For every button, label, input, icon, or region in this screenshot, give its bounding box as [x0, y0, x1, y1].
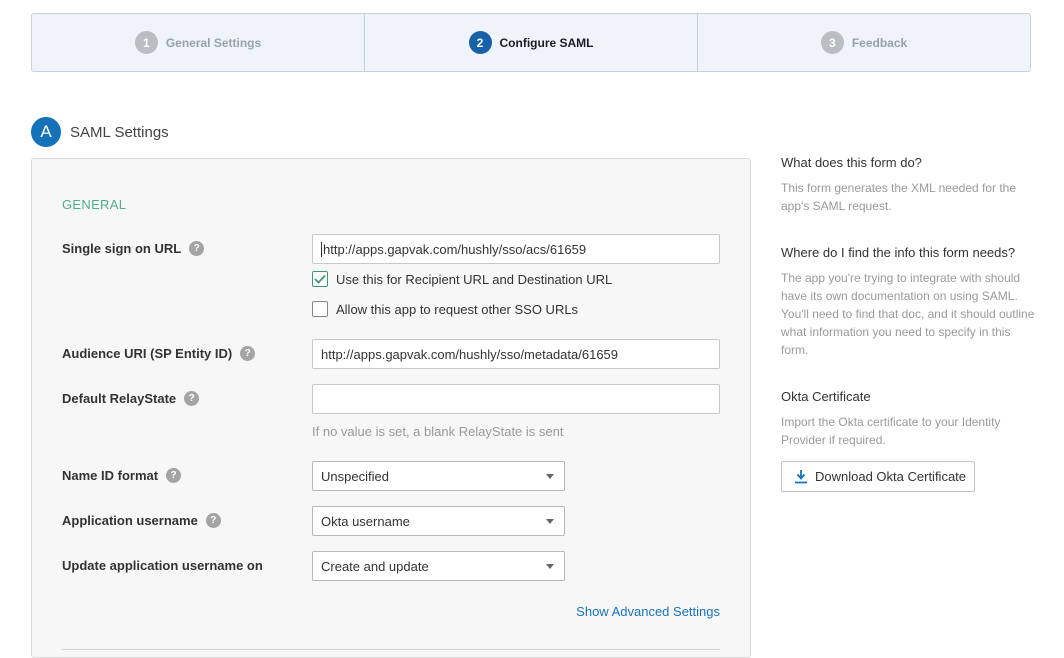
help-icon[interactable]: ? — [240, 346, 256, 361]
other-sso-option[interactable]: Allow this app to request other SSO URLs — [312, 301, 578, 317]
section-badge: A — [31, 117, 61, 147]
update-username-label: Update application username on — [62, 558, 263, 573]
saml-settings-panel: GENERAL Single sign on URL ? http://apps… — [31, 158, 751, 658]
help-title: What does this form do? — [781, 155, 922, 170]
step-label: Configure SAML — [499, 35, 594, 50]
step-general-settings[interactable]: 1 General Settings — [32, 14, 365, 71]
name-id-format-select[interactable]: Unspecified — [312, 461, 565, 491]
audience-uri-input[interactable]: http://apps.gapvak.com/hushly/sso/metada… — [312, 339, 720, 369]
step-label: Feedback — [851, 35, 908, 50]
update-username-value: Create and update — [321, 558, 429, 574]
certificate-title: Okta Certificate — [781, 389, 871, 404]
name-id-format-label: Name ID format ? — [62, 468, 182, 483]
update-username-select[interactable]: Create and update — [312, 551, 565, 581]
step-label: General Settings — [165, 35, 262, 50]
name-id-format-label-text: Name ID format — [62, 468, 159, 483]
help-icon[interactable]: ? — [205, 513, 221, 528]
recipient-url-label: Use this for Recipient URL and Destinati… — [336, 271, 613, 287]
sso-url-value: http://apps.gapvak.com/hushly/sso/acs/61… — [323, 241, 587, 257]
app-username-value: Okta username — [321, 513, 410, 529]
wizard-steps: 1 General Settings 2 Configure SAML 3 Fe… — [31, 13, 1031, 72]
step-configure-saml[interactable]: 2 Configure SAML — [365, 14, 698, 71]
help-body: The app you're trying to integrate with … — [781, 271, 1035, 357]
chevron-down-icon — [546, 473, 554, 479]
audience-uri-value: http://apps.gapvak.com/hushly/sso/metada… — [321, 346, 619, 362]
recipient-url-option[interactable]: Use this for Recipient URL and Destinati… — [312, 271, 612, 287]
help-icon[interactable]: ? — [166, 468, 182, 483]
relay-state-input[interactable] — [312, 384, 720, 414]
app-username-select[interactable]: Okta username — [312, 506, 565, 536]
audience-uri-label-text: Audience URI (SP Entity ID) — [62, 346, 233, 361]
step-number: 2 — [468, 31, 492, 54]
section-title: SAML Settings — [70, 124, 169, 141]
show-advanced-settings-link[interactable]: Show Advanced Settings — [576, 604, 720, 619]
certificate-body: Import the Okta certificate to your Iden… — [781, 415, 1001, 447]
relay-state-hint: If no value is set, a blank RelayState i… — [312, 424, 564, 439]
step-number: 1 — [134, 31, 158, 54]
download-button-label: Download Okta Certificate — [815, 469, 967, 484]
help-icon[interactable]: ? — [189, 241, 205, 256]
step-number: 3 — [820, 31, 844, 54]
sso-url-label-text: Single sign on URL — [62, 241, 182, 256]
app-username-label: Application username ? — [62, 513, 221, 528]
help-title: Where do I find the info this form needs… — [781, 245, 1016, 260]
other-sso-label: Allow this app to request other SSO URLs — [336, 301, 579, 317]
other-sso-checkbox[interactable] — [312, 301, 328, 317]
step-feedback[interactable]: 3 Feedback — [698, 14, 1030, 71]
relay-state-label: Default RelayState ? — [62, 391, 200, 406]
chevron-down-icon — [546, 518, 554, 524]
group-title: GENERAL — [62, 197, 127, 212]
recipient-url-checkbox[interactable] — [312, 271, 328, 287]
okta-certificate-info: Okta Certificate Import the Okta certifi… — [781, 389, 1041, 449]
relay-state-label-text: Default RelayState — [62, 391, 177, 406]
sso-url-label: Single sign on URL ? — [62, 241, 205, 256]
help-body: This form generates the XML needed for t… — [781, 181, 1017, 213]
audience-uri-label: Audience URI (SP Entity ID) ? — [62, 346, 256, 361]
help-where-find-info: Where do I find the info this form needs… — [781, 245, 1041, 359]
help-what-does-form-do: What does this form do? This form genera… — [781, 155, 1041, 215]
name-id-format-value: Unspecified — [321, 468, 389, 484]
update-username-label-text: Update application username on — [62, 558, 263, 573]
help-icon[interactable]: ? — [184, 391, 200, 406]
download-icon — [795, 470, 807, 484]
app-username-label-text: Application username — [62, 513, 198, 528]
download-okta-certificate-button[interactable]: Download Okta Certificate — [781, 461, 975, 492]
checkmark-icon — [314, 274, 326, 284]
text-cursor — [321, 241, 322, 257]
sso-url-input[interactable]: http://apps.gapvak.com/hushly/sso/acs/61… — [312, 234, 720, 264]
divider — [62, 649, 720, 650]
chevron-down-icon — [546, 563, 554, 569]
